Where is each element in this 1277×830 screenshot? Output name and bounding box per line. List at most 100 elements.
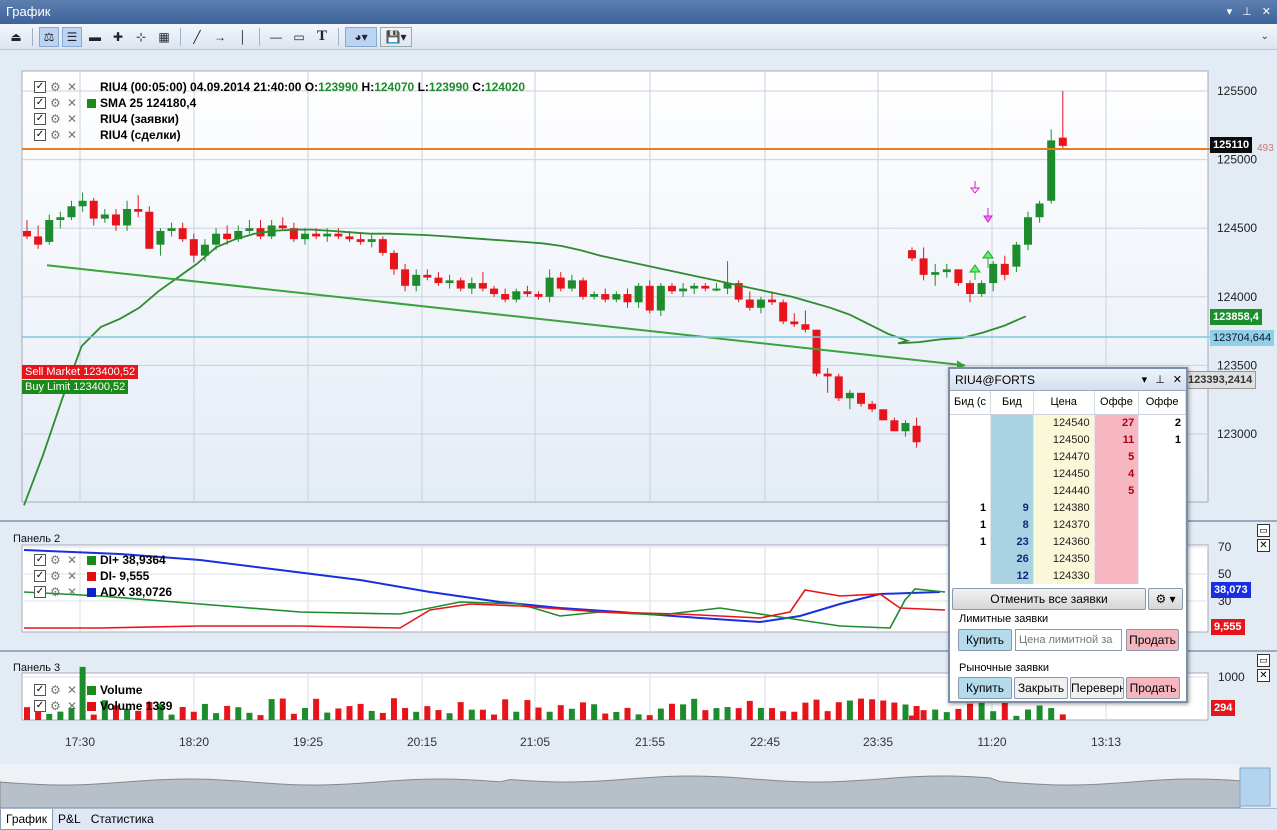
- order-book-row[interactable]: 124450 4: [950, 465, 1186, 482]
- gear-icon[interactable]: ⚙: [50, 684, 61, 696]
- close-icon[interactable]: ✕: [67, 570, 77, 582]
- order-book-cell-mybid[interactable]: [950, 550, 992, 567]
- order-book-cell-myoffer[interactable]: [1138, 567, 1186, 584]
- market-buy-button[interactable]: Купить: [958, 677, 1012, 699]
- order-book-row[interactable]: 124440 5: [950, 482, 1186, 499]
- close-icon[interactable]: ✕: [1173, 369, 1182, 391]
- open-icon[interactable]: ⏏: [6, 27, 26, 47]
- order-book-row[interactable]: 12 124330: [950, 567, 1186, 584]
- order-book-cell-bid[interactable]: [990, 448, 1034, 465]
- order-book-header-4[interactable]: Оффе: [1138, 391, 1186, 415]
- close-icon[interactable]: ✕: [67, 129, 77, 141]
- order-book-cell-myoffer[interactable]: 2: [1138, 414, 1186, 431]
- order-book-cell-offer[interactable]: 11: [1094, 431, 1140, 448]
- rectangle-icon[interactable]: ▭: [289, 27, 309, 47]
- order-book-row[interactable]: 1 8 124370: [950, 516, 1186, 533]
- order-book-row[interactable]: 124540 27 2: [950, 414, 1186, 431]
- market-close-button[interactable]: Закрыть: [1014, 677, 1068, 699]
- order-book-header-0[interactable]: Бид (с: [950, 391, 992, 415]
- gear-icon[interactable]: ⚙: [50, 570, 61, 582]
- order-book-cell-bid[interactable]: 12: [990, 567, 1034, 584]
- order-book-cell-myoffer[interactable]: [1138, 533, 1186, 550]
- candles-icon[interactable]: ⚖: [39, 26, 59, 47]
- order-book-cell-offer[interactable]: [1094, 499, 1140, 516]
- close-icon[interactable]: ✕: [1262, 0, 1271, 24]
- legend-icon[interactable]: ☰: [62, 26, 82, 47]
- order-book-cell-offer[interactable]: 5: [1094, 482, 1140, 499]
- order-book-cell-price[interactable]: 124450: [1033, 465, 1095, 482]
- order-book-cell-myoffer[interactable]: [1138, 448, 1186, 465]
- panel2-maximize-icon[interactable]: ▭: [1257, 524, 1270, 537]
- order-book-cell-offer[interactable]: [1094, 516, 1140, 533]
- horizontal-line-icon[interactable]: ▬: [85, 27, 105, 47]
- order-book-cell-myoffer[interactable]: [1138, 465, 1186, 482]
- order-book-cell-bid[interactable]: 8: [990, 516, 1034, 533]
- order-book-cell-offer[interactable]: [1094, 567, 1140, 584]
- market-reverse-button[interactable]: Переверн: [1070, 677, 1124, 699]
- order-book-cell-price[interactable]: 124540: [1033, 414, 1095, 431]
- tab-pnl[interactable]: P&L: [53, 809, 86, 830]
- legend-main-item-checkbox[interactable]: ✓: [34, 129, 46, 141]
- order-book-cell-offer[interactable]: [1094, 533, 1140, 550]
- market-sell-button[interactable]: Продать: [1126, 677, 1180, 699]
- legend-main-item-checkbox[interactable]: ✓: [34, 81, 46, 93]
- settings-gear-button[interactable]: ⚙ ▾: [1148, 588, 1183, 610]
- order-book-row[interactable]: 26 124350: [950, 550, 1186, 567]
- tab-statistics[interactable]: Статистика: [86, 809, 159, 830]
- cancel-all-button[interactable]: Отменить все заявки: [952, 588, 1146, 610]
- limit-price-input[interactable]: [1015, 629, 1122, 651]
- panel3-maximize-icon[interactable]: ▭: [1257, 654, 1270, 667]
- order-book-cell-price[interactable]: 124380: [1033, 499, 1095, 516]
- legend-panel2-item-checkbox[interactable]: ✓: [34, 570, 46, 582]
- legend-panel3-item-checkbox[interactable]: ✓: [34, 700, 46, 712]
- order-book-cell-mybid[interactable]: [950, 414, 992, 431]
- marker-icon[interactable]: ⊹: [131, 27, 151, 47]
- gear-icon[interactable]: ⚙: [50, 700, 61, 712]
- dropdown-icon[interactable]: ▾: [1227, 0, 1233, 24]
- close-icon[interactable]: ✕: [67, 554, 77, 566]
- order-book-header-1[interactable]: Бид: [990, 391, 1034, 415]
- sell-order-tag[interactable]: Sell Market 123400,52: [22, 365, 139, 379]
- order-book-cell-mybid[interactable]: [950, 567, 992, 584]
- indicator-icon[interactable]: ▦: [154, 27, 174, 47]
- order-book-cell-price[interactable]: 124350: [1033, 550, 1095, 567]
- gear-icon[interactable]: ⚙: [50, 113, 61, 125]
- pin-icon[interactable]: ⊥: [1155, 369, 1165, 391]
- order-book-cell-bid[interactable]: [990, 414, 1034, 431]
- order-book-row[interactable]: 124470 5: [950, 448, 1186, 465]
- pin-icon[interactable]: ⊥: [1242, 0, 1252, 24]
- order-book-cell-price[interactable]: 124360: [1033, 533, 1095, 550]
- arrow-icon[interactable]: →: [210, 27, 230, 47]
- order-book-cell-offer[interactable]: 5: [1094, 448, 1140, 465]
- order-book-row[interactable]: 1 23 124360: [950, 533, 1186, 550]
- order-book-cell-myoffer[interactable]: [1138, 499, 1186, 516]
- order-book-header-2[interactable]: Цена: [1033, 391, 1095, 415]
- order-book-cell-mybid[interactable]: [950, 482, 992, 499]
- order-book-cell-bid[interactable]: 23: [990, 533, 1034, 550]
- text-icon[interactable]: T: [312, 27, 332, 47]
- gear-icon[interactable]: ⚙: [50, 129, 61, 141]
- panel3-close-icon[interactable]: ✕: [1257, 669, 1270, 682]
- order-book-cell-mybid[interactable]: 1: [950, 516, 992, 533]
- order-book-cell-offer[interactable]: 4: [1094, 465, 1140, 482]
- hline-icon[interactable]: —: [266, 27, 286, 47]
- draw-line-icon[interactable]: ╱: [187, 27, 207, 47]
- tab-chart[interactable]: График: [0, 809, 53, 830]
- order-book-cell-bid[interactable]: [990, 482, 1034, 499]
- order-book-header-3[interactable]: Оффе: [1094, 391, 1140, 415]
- order-book-cell-price[interactable]: 124330: [1033, 567, 1095, 584]
- order-book-cell-offer[interactable]: 27: [1094, 414, 1140, 431]
- gear-icon[interactable]: ⚙: [50, 97, 61, 109]
- gear-icon[interactable]: ⚙: [50, 586, 61, 598]
- legend-main-item-checkbox[interactable]: ✓: [34, 113, 46, 125]
- close-icon[interactable]: ✕: [67, 81, 77, 93]
- order-book-cell-myoffer[interactable]: [1138, 482, 1186, 499]
- order-book-cell-mybid[interactable]: [950, 465, 992, 482]
- order-book-cell-bid[interactable]: 26: [990, 550, 1034, 567]
- order-book-cell-mybid[interactable]: 1: [950, 533, 992, 550]
- vertical-line-icon[interactable]: │: [233, 27, 253, 47]
- limit-buy-button[interactable]: Купить: [958, 629, 1012, 651]
- close-icon[interactable]: ✕: [67, 700, 77, 712]
- save-icon[interactable]: 💾▾: [380, 26, 412, 47]
- legend-main-item-checkbox[interactable]: ✓: [34, 97, 46, 109]
